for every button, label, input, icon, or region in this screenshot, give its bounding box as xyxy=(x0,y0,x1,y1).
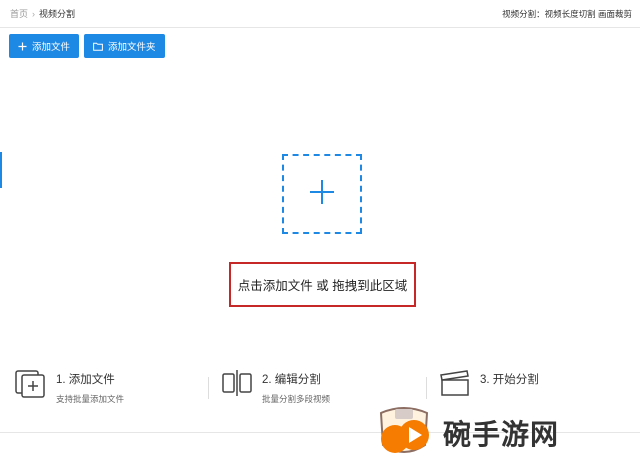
watermark: 碗手游网 xyxy=(373,398,640,467)
top-bar: 首页 › 视频分割 视频分割：视频长度切割 画面裁剪 xyxy=(0,0,640,28)
step-title: 2. 编辑分割 xyxy=(262,374,321,386)
add-files-icon xyxy=(14,365,48,404)
folder-icon xyxy=(93,42,103,51)
drop-prompt[interactable]: 点击添加文件 或 拖拽到此区域 xyxy=(229,262,416,307)
breadcrumb: 首页 › 视频分割 xyxy=(10,7,75,20)
step-title: 1. 添加文件 xyxy=(56,374,115,386)
add-file-label: 添加文件 xyxy=(32,42,71,53)
plus-icon xyxy=(309,179,335,210)
add-file-button[interactable]: 添加文件 xyxy=(9,34,80,58)
breadcrumb-home[interactable]: 首页 xyxy=(10,7,28,20)
breadcrumb-current: 视频分割 xyxy=(39,9,76,19)
step-desc: 批量分割多段视频 xyxy=(262,394,331,404)
split-icon xyxy=(220,365,254,404)
step-title: 3. 开始分割 xyxy=(480,374,539,386)
divider xyxy=(426,377,427,399)
side-accent-bar xyxy=(0,152,2,188)
header-hint: 视频分割：视频长度切割 画面裁剪 xyxy=(502,8,632,19)
plus-icon xyxy=(18,42,27,51)
divider xyxy=(208,377,209,399)
drop-zone[interactable] xyxy=(282,154,362,234)
step-add-files: 1. 添加文件 支持批量添加文件 xyxy=(14,365,124,405)
watermark-logo-icon xyxy=(373,399,435,466)
step-edit-split: 2. 编辑分割 批量分割多段视频 xyxy=(220,365,330,405)
toolbar: 添加文件 添加文件夹 xyxy=(9,34,165,58)
add-folder-label: 添加文件夹 xyxy=(108,42,156,53)
drop-prompt-text: 点击添加文件 或 拖拽到此区域 xyxy=(237,279,408,293)
step-desc: 支持批量添加文件 xyxy=(56,394,125,404)
watermark-text: 碗手游网 xyxy=(443,417,560,451)
chevron-right-icon: › xyxy=(32,8,36,19)
add-folder-button[interactable]: 添加文件夹 xyxy=(84,34,165,58)
